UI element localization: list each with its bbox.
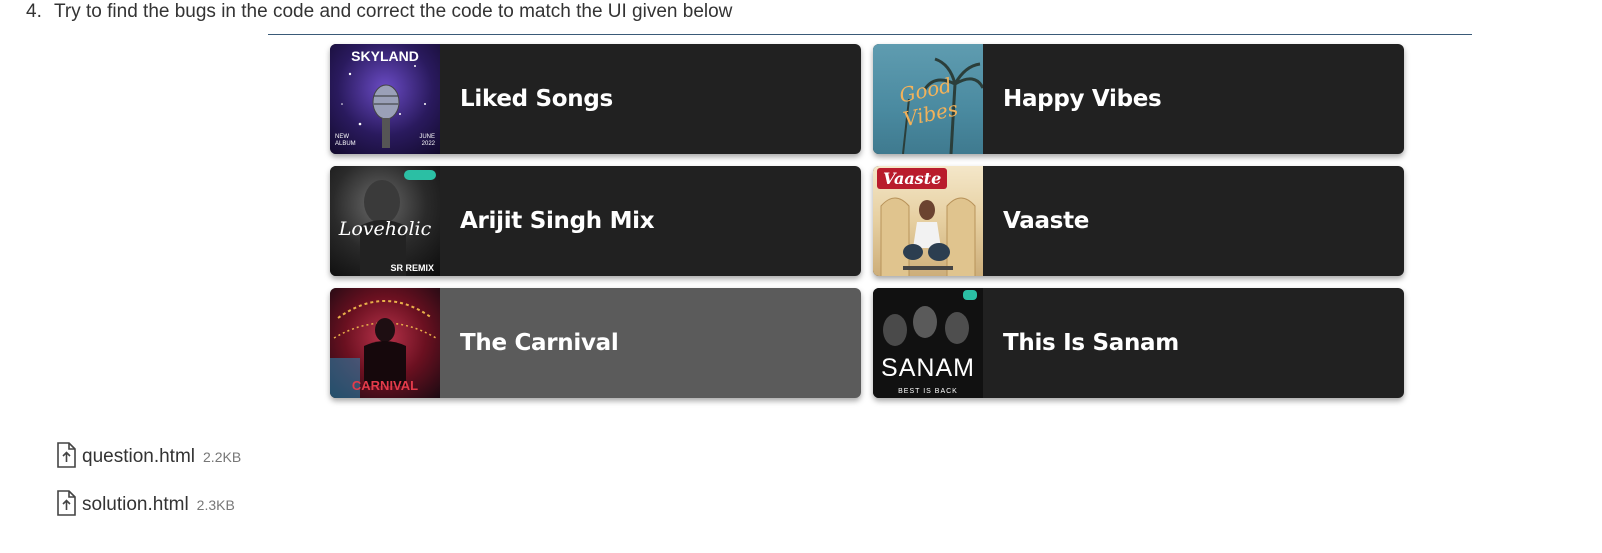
vaaste-cover-text: Vaaste [877, 168, 948, 189]
attachments: question.html 2.2KB solution.html 2.3KB [56, 441, 242, 540]
attachment-size: 2.3KB [196, 497, 235, 513]
playlist-title: Vaaste [1003, 208, 1090, 234]
liked-songs-cover-right: JUNE 2022 [419, 134, 435, 147]
playlist-grid: SKYLAND NEW ALBUM JUNE 2022 Liked Songs … [330, 44, 1404, 398]
the-carnival-cover: CARNIVAL [330, 288, 440, 398]
this-is-sanam-cover-sub: BEST IS BACK [898, 388, 958, 395]
arijit-singh-mix-cover-text: Loveholic [338, 218, 432, 240]
happy-vibes-cover: Good Vibes [873, 44, 983, 154]
playlist-card-the-carnival[interactable]: CARNIVAL The Carnival [330, 288, 861, 398]
liked-songs-cover-left: NEW ALBUM [335, 134, 356, 147]
playlist-title: This Is Sanam [1003, 330, 1179, 356]
liked-songs-cover-title: SKYLAND [351, 48, 419, 64]
playlist-card-arijit-singh-mix[interactable]: Loveholic SR REMIX Arijit Singh Mix [330, 166, 861, 276]
playlist-title: Liked Songs [460, 86, 613, 112]
question-text: Try to find the bugs in the code and cor… [54, 1, 733, 22]
arijit-singh-mix-cover: Loveholic SR REMIX [330, 166, 440, 276]
playlist-card-this-is-sanam[interactable]: SANAM BEST IS BACK This Is Sanam [873, 288, 1404, 398]
attachment-solution-html[interactable]: solution.html 2.3KB [56, 489, 241, 521]
attachment-question-html[interactable]: question.html 2.2KB [56, 441, 242, 473]
arijit-singh-mix-cover-sub: SR REMIX [390, 263, 434, 273]
vaaste-cover: Vaaste [873, 166, 983, 276]
question-heading: 4. Try to find the bugs in the code and c… [26, 1, 732, 23]
playlist-title: Arijit Singh Mix [460, 208, 655, 234]
playlist-card-vaaste[interactable]: Vaaste Vaaste [873, 166, 1404, 276]
file-upload-icon [56, 441, 82, 473]
this-is-sanam-cover-text: SANAM [881, 354, 975, 382]
attachment-size: 2.2KB [203, 449, 242, 465]
attachment-name[interactable]: solution.html [82, 494, 189, 516]
attachment-name[interactable]: question.html [82, 446, 195, 468]
playlist-title: The Carnival [460, 330, 619, 356]
playlist-card-happy-vibes[interactable]: Good Vibes Happy Vibes [873, 44, 1404, 154]
playlist-title: Happy Vibes [1003, 86, 1162, 112]
the-carnival-cover-text: CARNIVAL [351, 378, 419, 393]
liked-songs-cover: SKYLAND NEW ALBUM JUNE 2022 [330, 44, 440, 154]
file-upload-icon [56, 489, 82, 521]
this-is-sanam-cover: SANAM BEST IS BACK [873, 288, 983, 398]
divider [268, 34, 1472, 35]
question-number: 4. [26, 1, 42, 22]
playlist-card-liked-songs[interactable]: SKYLAND NEW ALBUM JUNE 2022 Liked Songs [330, 44, 861, 154]
